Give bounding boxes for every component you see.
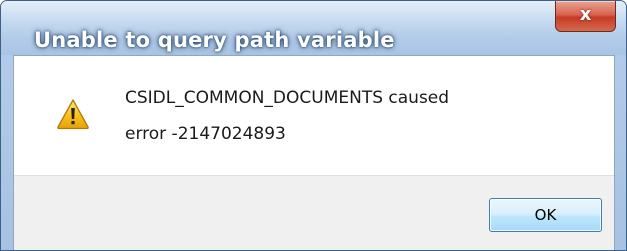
warning-icon	[57, 99, 89, 130]
ok-button[interactable]: OK	[489, 198, 602, 232]
right-window-frame	[615, 55, 626, 250]
dialog-title: Unable to query path variable	[34, 28, 395, 52]
dialog-window: Unable to query path variable x CSIDL_CO…	[0, 0, 627, 251]
ok-button-label: OK	[534, 206, 557, 224]
error-message-line-2: error -2147024893	[125, 124, 286, 144]
error-message-line-1: CSIDL_COMMON_DOCUMENTS caused	[125, 88, 450, 108]
left-window-frame	[1, 55, 13, 250]
title-bar[interactable]: Unable to query path variable x	[1, 1, 626, 55]
close-icon: x	[579, 4, 592, 25]
message-area: CSIDL_COMMON_DOCUMENTS caused error -214…	[14, 56, 614, 175]
button-bar: OK	[14, 175, 614, 250]
close-button[interactable]: x	[555, 1, 616, 32]
dialog-client-area: CSIDL_COMMON_DOCUMENTS caused error -214…	[13, 55, 615, 250]
